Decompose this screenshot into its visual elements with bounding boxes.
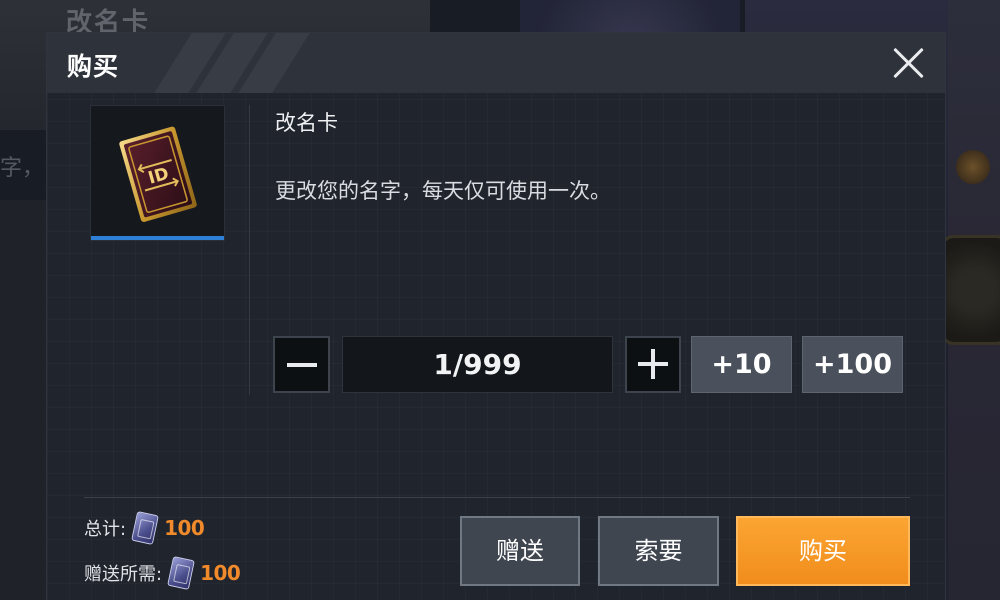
item-thumbnail: ID — [90, 105, 225, 241]
add-10-button[interactable]: +10 — [691, 336, 792, 393]
add-100-button[interactable]: +100 — [802, 336, 903, 393]
gift-cost-row: 赠送所需: 100 — [84, 556, 241, 590]
gift-button[interactable]: 赠送 — [460, 516, 580, 586]
divider — [249, 105, 250, 395]
background-coin-icon — [956, 150, 990, 184]
total-label: 总计: — [84, 519, 127, 540]
total-cost-row: 总计: 100 — [84, 511, 205, 545]
item-name: 改名卡 — [275, 111, 338, 135]
item-rarity-bar — [91, 236, 224, 240]
minus-icon[interactable] — [273, 336, 330, 393]
dialog-titlebar: 购买 — [47, 33, 945, 93]
background-text: 字， — [0, 156, 45, 181]
request-button[interactable]: 索要 — [598, 516, 719, 586]
item-description: 更改您的名字，每天仅可使用一次。 — [275, 179, 611, 203]
divider — [84, 497, 910, 498]
gift-cost-value: 100 — [200, 561, 241, 585]
dialog-title: 购买 — [67, 52, 120, 81]
gift-cost-label: 赠送所需: — [84, 564, 163, 585]
buy-button[interactable]: 购买 — [736, 516, 910, 586]
plus-icon[interactable] — [625, 336, 681, 393]
background-badge-icon — [940, 235, 1000, 345]
purchase-dialog: 购买 ID 改名卡 更改您的名字，每天仅可使用一次。 1/999 +10 +10… — [47, 33, 945, 600]
total-value: 100 — [164, 516, 205, 540]
voucher-icon — [167, 556, 195, 590]
quantity-field[interactable]: 1/999 — [342, 336, 613, 393]
voucher-icon — [131, 511, 159, 545]
close-icon[interactable] — [891, 45, 927, 81]
id-card-icon: ID — [119, 126, 197, 222]
